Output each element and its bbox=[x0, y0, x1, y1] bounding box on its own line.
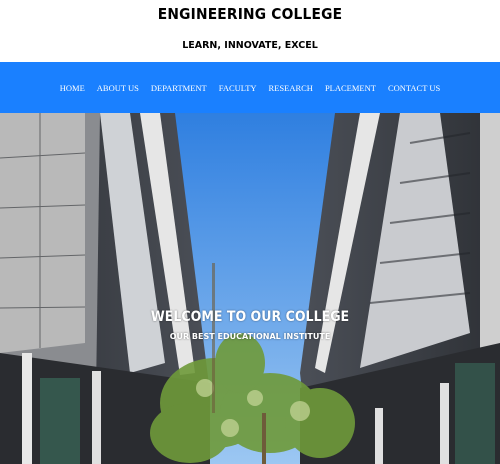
nav-item-home[interactable]: HOME bbox=[54, 83, 91, 93]
main-navbar: HOME ABOUT US DEPARTMENT FACULTY RESEARC… bbox=[0, 62, 500, 113]
nav-item-department[interactable]: DEPARTMENT bbox=[145, 83, 213, 93]
nav-item-research[interactable]: RESEARCH bbox=[263, 83, 319, 93]
nav-item-faculty[interactable]: FACULTY bbox=[213, 83, 263, 93]
hero-background-image bbox=[0, 113, 500, 464]
hero-subtitle: OUR BEST EDUCATIONAL INSTITUTE bbox=[169, 332, 331, 341]
nav-item-contact-us[interactable]: CONTACT US bbox=[382, 83, 446, 93]
site-title: ENGINEERING COLLEGE bbox=[157, 5, 343, 23]
nav-item-about-us[interactable]: ABOUT US bbox=[91, 83, 145, 93]
nav-item-placement[interactable]: PLACEMENT bbox=[319, 83, 382, 93]
hero-banner: WELCOME TO OUR COLLEGE OUR BEST EDUCATIO… bbox=[0, 113, 500, 464]
site-tagline: LEARN, INNOVATE, EXCEL bbox=[182, 40, 318, 51]
hero-title: WELCOME TO OUR COLLEGE bbox=[150, 309, 350, 325]
site-header: ENGINEERING COLLEGE LEARN, INNOVATE, EXC… bbox=[0, 0, 500, 62]
